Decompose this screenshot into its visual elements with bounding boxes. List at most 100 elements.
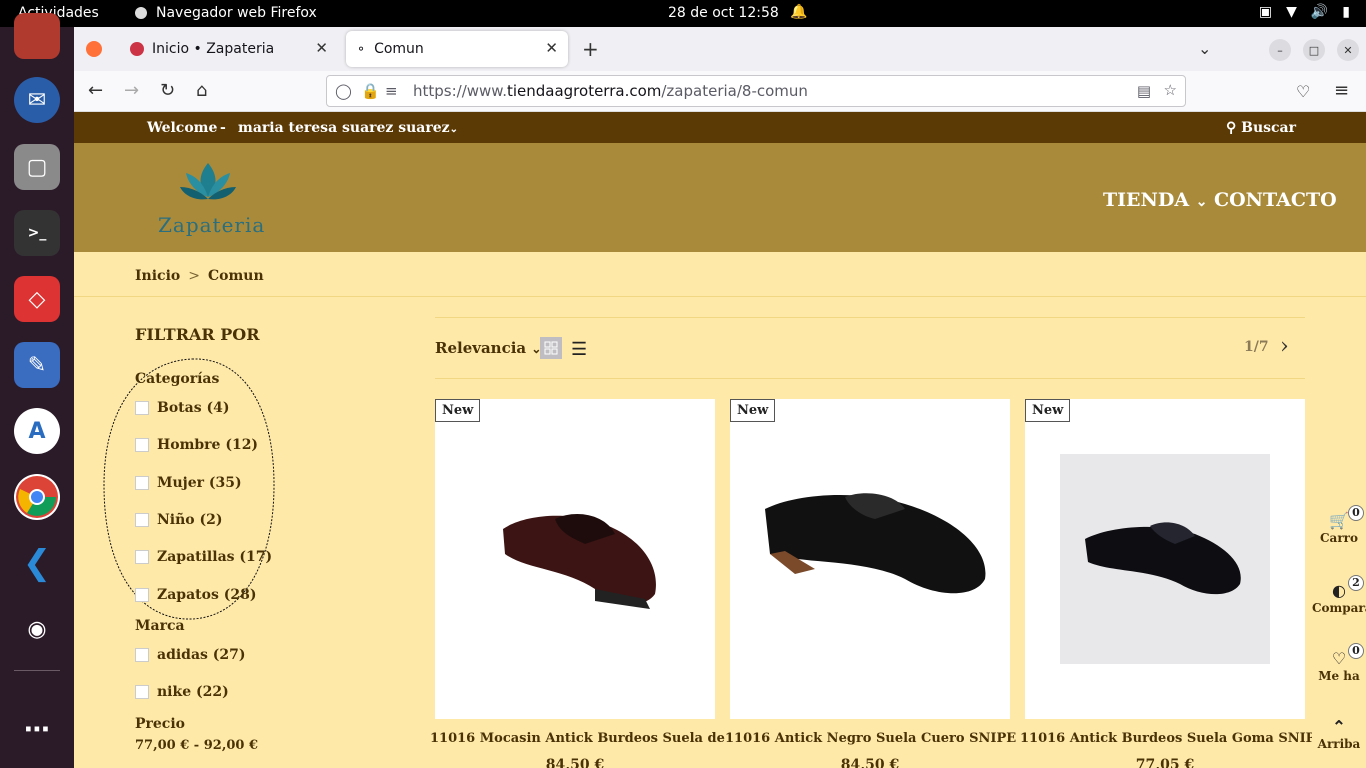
minimize-button[interactable]: – — [1269, 39, 1291, 61]
search-icon: ⚲ — [1226, 120, 1237, 136]
active-app-menu[interactable]: Navegador web Firefox — [134, 5, 317, 21]
firefox-window: Inicio • Zapateria ✕ ⚬ Comun ✕ + ⌄ – □ ✕… — [74, 27, 1366, 768]
vscode-icon[interactable]: ❮ — [14, 540, 60, 586]
checkbox[interactable] — [135, 588, 149, 602]
menu-icon[interactable]: ≡ — [1334, 80, 1349, 101]
pocket-icon[interactable]: ♡ — [1296, 82, 1310, 101]
clock[interactable]: 28 de oct 12:58 — [668, 5, 779, 21]
files-icon[interactable]: ▢ — [14, 144, 60, 190]
checkbox[interactable] — [135, 685, 149, 699]
close-window-button[interactable]: ✕ — [1337, 39, 1359, 61]
product-image[interactable] — [495, 489, 665, 619]
system-tray[interactable]: ▣ ▼ 🔊 ▮ — [1259, 4, 1350, 20]
compare-label: Compara — [1312, 601, 1366, 615]
lock-icon[interactable]: 🔒 — [361, 82, 380, 100]
reload-icon[interactable]: ↻ — [160, 80, 175, 101]
new-tab-button[interactable]: + — [582, 37, 599, 61]
url-path: /zapateria/8-comun — [661, 82, 808, 100]
logo-text: Zapateria — [158, 213, 266, 237]
close-tab-icon[interactable]: ✕ — [545, 39, 558, 57]
url-bar[interactable]: ◯ 🔒 ≡ https://www.tiendaagroterra.com/za… — [326, 75, 1186, 107]
filter-category-mujer[interactable]: Mujer (35) — [135, 475, 242, 491]
filter-category-nino[interactable]: Niño (2) — [135, 512, 223, 528]
product-image[interactable] — [1060, 454, 1270, 664]
sort-dropdown[interactable]: Relevancia ⌄ — [435, 339, 541, 357]
grid-view-button[interactable] — [540, 337, 562, 359]
product-title[interactable]: 11016 Mocasin Antick Burdeos Suela de — [430, 731, 725, 746]
breadcrumb: Inicio > Comun — [135, 268, 264, 284]
filter-category-zapatos[interactable]: Zapatos (28) — [135, 587, 256, 603]
shield-icon[interactable]: ◯ — [335, 82, 352, 100]
product-card[interactable]: New — [730, 399, 1010, 719]
thunderbird-icon[interactable]: ✉ — [14, 77, 60, 123]
product-title[interactable]: 11016 Antick Burdeos Suela Goma SNIPE — [1020, 731, 1325, 746]
app-icon-top[interactable] — [14, 13, 60, 59]
nav-contacto[interactable]: CONTACTO — [1214, 189, 1337, 211]
toolbar-divider — [435, 378, 1305, 379]
android-studio-icon[interactable]: A — [14, 408, 60, 454]
product-card[interactable]: New — [1025, 399, 1305, 719]
permissions-icon[interactable]: ≡ — [385, 82, 405, 100]
close-tab-icon[interactable]: ✕ — [315, 39, 328, 57]
chevron-down-icon: ⌄ — [449, 124, 459, 135]
compare-count: 2 — [1348, 575, 1364, 591]
wishlist-count: 0 — [1348, 643, 1364, 659]
welcome-bar: Welcome - maria teresa suarez suarez⌄ ⚲ … — [74, 112, 1366, 143]
cart-button[interactable]: 🛒 Carro 0 — [1312, 505, 1366, 545]
forward-icon[interactable]: → — [124, 80, 139, 101]
filter-label: nike (22) — [157, 684, 229, 700]
back-to-top-button[interactable]: ⌃ Arriba — [1312, 717, 1366, 751]
reader-view-icon[interactable]: ▤ — [1137, 82, 1151, 100]
terminal-icon[interactable]: >_ — [14, 210, 60, 256]
checkbox[interactable] — [135, 438, 149, 452]
bookmark-star-icon[interactable]: ☆ — [1164, 81, 1177, 99]
search-link[interactable]: ⚲ Buscar — [1226, 120, 1296, 136]
filter-category-zapatillas[interactable]: Zapatillas (17) — [135, 549, 272, 565]
firefox-view-icon[interactable] — [86, 41, 102, 57]
apps-grid-icon[interactable]: ⋯ — [14, 707, 60, 753]
nav-tienda[interactable]: TIENDA ⌄ — [1103, 189, 1207, 211]
list-view-icon[interactable]: ☰ — [571, 339, 587, 360]
product-price: 84,50 € — [545, 757, 605, 768]
url-host: tiendaagroterra.com — [506, 82, 662, 100]
checkbox[interactable] — [135, 513, 149, 527]
top-label: Arriba — [1317, 737, 1361, 751]
new-badge: New — [1025, 399, 1071, 422]
checkbox[interactable] — [135, 401, 149, 415]
home-icon[interactable]: ⌂ — [196, 80, 207, 101]
breadcrumb-home[interactable]: Inicio — [135, 268, 180, 284]
back-icon[interactable]: ← — [88, 80, 103, 101]
product-title[interactable]: 11016 Antick Negro Suela Cuero SNIPE — [725, 731, 1016, 746]
compare-button[interactable]: ◐ Compara 2 — [1312, 575, 1366, 615]
filter-category-botas[interactable]: Botas (4) — [135, 400, 229, 416]
cart-count: 0 — [1348, 505, 1364, 521]
checkbox[interactable] — [135, 550, 149, 564]
site-logo[interactable]: Zapateria — [158, 153, 266, 237]
list-tabs-chevron-icon[interactable]: ⌄ — [1198, 39, 1211, 58]
grid-icon — [544, 341, 558, 355]
filter-category-hombre[interactable]: Hombre (12) — [135, 437, 258, 453]
url-text[interactable]: https://www.tiendaagroterra.com/zapateri… — [413, 82, 808, 100]
wishlist-button[interactable]: ♡ Me ha 0 — [1312, 643, 1366, 683]
checkbox[interactable] — [135, 476, 149, 490]
gimp-icon[interactable]: ◉ — [14, 606, 60, 652]
product-image[interactable] — [755, 479, 995, 619]
text-editor-icon[interactable]: ✎ — [14, 342, 60, 388]
cart-label: Carro — [1320, 531, 1358, 545]
bell-icon[interactable]: 🔔 — [790, 4, 807, 20]
breadcrumb-current: Comun — [207, 268, 264, 284]
price-title: Precio — [135, 716, 185, 732]
user-menu[interactable]: maria teresa suarez suarez⌄ — [238, 120, 458, 136]
chrome-icon[interactable] — [14, 474, 60, 520]
filter-brand-adidas[interactable]: adidas (27) — [135, 647, 246, 663]
tab-comun[interactable]: ⚬ Comun ✕ — [346, 31, 568, 67]
tab-inicio[interactable]: Inicio • Zapateria ✕ — [120, 31, 338, 67]
checkbox[interactable] — [135, 648, 149, 662]
filter-brand-nike[interactable]: nike (22) — [135, 684, 229, 700]
maximize-button[interactable]: □ — [1303, 39, 1325, 61]
software-center-icon[interactable]: ◇ — [14, 276, 60, 322]
welcome-label: Welcome — [147, 120, 218, 136]
divider — [74, 296, 1366, 297]
product-card[interactable]: New — [435, 399, 715, 719]
next-page-icon[interactable]: › — [1280, 334, 1289, 359]
